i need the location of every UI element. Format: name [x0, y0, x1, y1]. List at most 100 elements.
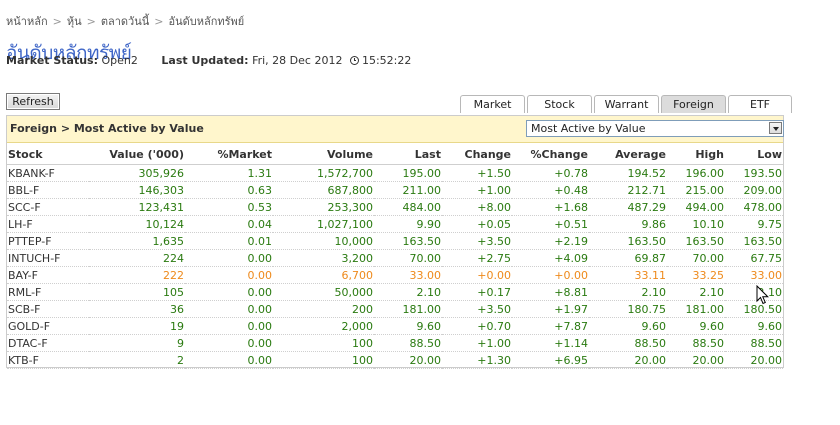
cell-average: 9.60 — [589, 317, 667, 335]
cell-volume: 3,200 — [273, 249, 374, 267]
last-updated-label: Last Updated: — [161, 54, 249, 67]
cell-last: 33.00 — [374, 266, 442, 284]
cell-last: 211.00 — [374, 181, 442, 199]
cell-change-pct: +1.97 — [512, 300, 589, 318]
cell-average: 180.75 — [589, 300, 667, 318]
cell-value: 305,926 — [89, 164, 185, 182]
cell-stock[interactable]: RML-F — [7, 283, 89, 301]
cell-change-pct: +6.95 — [512, 351, 589, 369]
last-updated-time: 15:52:22 — [361, 54, 412, 67]
cell-high: 196.00 — [667, 164, 725, 182]
cell-high: 494.00 — [667, 198, 725, 216]
cell-value: 1,635 — [89, 232, 185, 250]
cell-value: 10,124 — [89, 215, 185, 233]
cell-market-pct: 0.00 — [185, 300, 273, 318]
cell-stock[interactable]: LH-F — [7, 215, 89, 233]
table-row[interactable]: RML-F 105 0.00 50,000 2.10 +0.17 +8.81 2.10 2.10… — [7, 283, 783, 301]
table-row[interactable]: BBL-F 146,303 0.63 687,800 211.00 +1.00 +0.48 2… — [7, 181, 783, 199]
cell-value: 224 — [89, 249, 185, 267]
table-row[interactable]: KBANK-F 305,926 1.31 1,572,700 195.00 +1.50 +0… — [7, 164, 783, 182]
market-status-value: Open2 — [101, 54, 138, 67]
cell-stock[interactable]: PTTEP-F — [7, 232, 89, 250]
cell-stock[interactable]: INTUCH-F — [7, 249, 89, 267]
table-row[interactable]: INTUCH-F 224 0.00 3,200 70.00 +2.75 +4.09 69.87… — [7, 249, 783, 267]
column-header-value: Value ('000) — [89, 145, 185, 165]
cell-average: 487.29 — [589, 198, 667, 216]
table-row[interactable]: PTTEP-F 1,635 0.01 10,000 163.50 +3.50 +2.19 16… — [7, 232, 783, 250]
table-row[interactable]: SCC-F 123,431 0.53 253,300 484.00 +8.00 +1.68 4… — [7, 198, 783, 216]
chevron-down-icon[interactable] — [769, 122, 782, 134]
cell-stock[interactable]: BBL-F — [7, 181, 89, 199]
breadcrumb-separator: > — [86, 15, 96, 28]
table-row[interactable]: KTB-F 2 0.00 100 20.00 +1.30 +6.95 20.00 20.00 20… — [7, 351, 783, 369]
cell-change: +1.00 — [442, 334, 512, 352]
cell-change: +2.75 — [442, 249, 512, 267]
tab-foreign[interactable]: Foreign — [661, 95, 726, 113]
cell-stock[interactable]: SCB-F — [7, 300, 89, 318]
breadcrumb: หน้าหลัก > หุ้น > ตลาดวันนี้ > อันดับหลักทรัพย… — [6, 12, 244, 30]
cell-change: +1.30 — [442, 351, 512, 369]
cell-high: 2.10 — [667, 283, 725, 301]
cell-change-pct: +7.87 — [512, 317, 589, 335]
cell-market-pct: 0.00 — [185, 266, 273, 284]
cell-high: 70.00 — [667, 249, 725, 267]
cell-stock[interactable]: SCC-F — [7, 198, 89, 216]
table-row[interactable]: BAY-F 222 0.00 6,700 33.00 +0.00 +0.00 33.11 33.… — [7, 266, 783, 284]
cell-average: 88.50 — [589, 334, 667, 352]
breadcrumb-market-today[interactable]: ตลาดวันนี้ — [101, 15, 149, 28]
cell-volume: 687,800 — [273, 181, 374, 199]
tab-warrant[interactable]: Warrant — [594, 95, 659, 113]
cell-market-pct: 0.00 — [185, 317, 273, 335]
cell-high: 163.50 — [667, 232, 725, 250]
cell-high: 33.25 — [667, 266, 725, 284]
table-row[interactable]: SCB-F 36 0.00 200 181.00 +3.50 +1.97 180.75 181.… — [7, 300, 783, 318]
table-header-row: Stock Value ('000) %Market Volume Last C… — [7, 145, 783, 165]
cell-market-pct: 1.31 — [185, 164, 273, 182]
cell-volume: 50,000 — [273, 283, 374, 301]
market-status-label: Market Status: — [6, 54, 99, 67]
category-tabs: Market Stock Warrant Foreign ETF — [460, 95, 794, 114]
cell-value: 123,431 — [89, 198, 185, 216]
tab-etf[interactable]: ETF — [728, 95, 792, 113]
column-header-market-pct: %Market — [185, 145, 273, 165]
cell-value: 36 — [89, 300, 185, 318]
cell-value: 222 — [89, 266, 185, 284]
cell-high: 215.00 — [667, 181, 725, 199]
cell-stock[interactable]: DTAC-F — [7, 334, 89, 352]
ranking-type-select[interactable]: Most Active by Value — [526, 120, 784, 137]
breadcrumb-current: อันดับหลักทรัพย์ — [168, 15, 245, 28]
cell-market-pct: 0.01 — [185, 232, 273, 250]
cell-change-pct: +0.48 — [512, 181, 589, 199]
column-header-stock: Stock — [7, 145, 89, 165]
cell-low: 20.00 — [725, 351, 783, 369]
cell-stock[interactable]: KTB-F — [7, 351, 89, 369]
table-body: KBANK-F 305,926 1.31 1,572,700 195.00 +1.50 +0… — [7, 164, 783, 369]
cell-value: 19 — [89, 317, 185, 335]
cell-change-pct: +0.00 — [512, 266, 589, 284]
cell-last: 9.90 — [374, 215, 442, 233]
table-row[interactable]: LH-F 10,124 0.04 1,027,100 9.90 +0.05 +0.51 9.8… — [7, 215, 783, 233]
cell-change-pct: +1.68 — [512, 198, 589, 216]
cell-stock[interactable]: KBANK-F — [7, 164, 89, 182]
cell-change: +0.70 — [442, 317, 512, 335]
tab-stock[interactable]: Stock — [527, 95, 592, 113]
breadcrumb-stocks[interactable]: หุ้น — [67, 15, 82, 28]
table-row[interactable]: DTAC-F 9 0.00 100 88.50 +1.00 +1.14 88.50 88.50 8… — [7, 334, 783, 352]
cell-low: 209.00 — [725, 181, 783, 199]
breadcrumb-separator: > — [154, 15, 164, 28]
refresh-button[interactable]: Refresh — [6, 93, 60, 110]
tab-market[interactable]: Market — [460, 95, 525, 113]
stock-ranking-table: Stock Value ('000) %Market Volume Last C… — [7, 145, 783, 369]
cell-last: 163.50 — [374, 232, 442, 250]
cell-change: +8.00 — [442, 198, 512, 216]
column-header-last: Last — [374, 145, 442, 165]
cell-stock[interactable]: GOLD-F — [7, 317, 89, 335]
panel-header: Foreign > Most Active by Value Most Acti… — [7, 116, 784, 143]
cell-low: 2.10 — [725, 283, 783, 301]
table-row[interactable]: GOLD-F 19 0.00 2,000 9.60 +0.70 +7.87 9.60 9.60 9… — [7, 317, 783, 335]
cell-stock[interactable]: BAY-F — [7, 266, 89, 284]
breadcrumb-home[interactable]: หน้าหลัก — [6, 15, 48, 28]
cell-volume: 253,300 — [273, 198, 374, 216]
cell-low: 33.00 — [725, 266, 783, 284]
cell-average: 20.00 — [589, 351, 667, 369]
